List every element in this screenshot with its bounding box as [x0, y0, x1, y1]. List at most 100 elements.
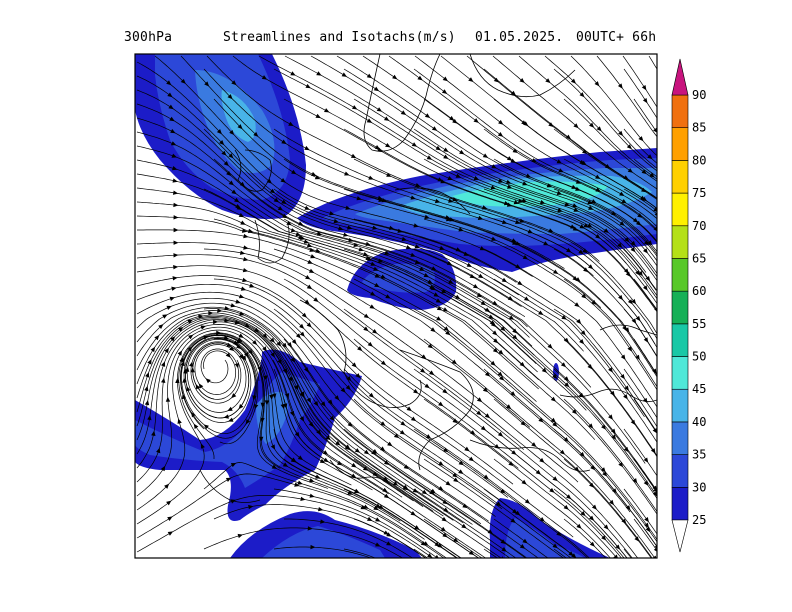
streamline-arrowhead	[208, 310, 214, 316]
streamline-arrowhead	[624, 385, 629, 391]
streamline-arrowhead	[144, 385, 149, 392]
colorbar-tick-label: 30	[692, 480, 706, 494]
colorbar-extend-min	[671, 519, 689, 553]
streamline-arrowhead	[410, 416, 417, 422]
streamline-arrowhead	[497, 132, 504, 137]
streamline-arrowhead	[169, 296, 175, 301]
streamline-arrowhead	[643, 397, 648, 404]
streamline-arrowhead	[373, 86, 380, 92]
streamline-arrowhead	[369, 304, 375, 309]
streamline-arrowhead	[411, 142, 418, 147]
streamline-arrowhead	[417, 75, 423, 81]
streamline-arrowhead	[173, 202, 179, 208]
streamline-arrowhead	[653, 547, 657, 552]
streamline-arrowhead	[524, 499, 531, 504]
streamline-arrowhead	[372, 329, 378, 334]
streamline-arrowhead	[643, 285, 648, 291]
streamline-arrowhead	[643, 480, 649, 486]
streamline-arrowhead	[161, 377, 166, 383]
streamline-arrowhead	[248, 228, 254, 234]
streamline	[483, 308, 657, 492]
streamline-arrowhead	[351, 462, 357, 468]
streamline-arrowhead	[553, 269, 559, 274]
streamline-arrowhead	[420, 368, 426, 373]
streamline-arrowhead	[482, 387, 489, 393]
streamline-arrowhead	[400, 421, 406, 426]
colorbar-tick-label: 80	[692, 153, 706, 167]
streamline-arrowhead	[521, 479, 527, 485]
streamline-arrowhead	[213, 319, 219, 325]
streamline-arrowhead	[442, 76, 448, 82]
streamline-arrowhead	[305, 275, 311, 280]
streamline-arrowhead	[583, 267, 589, 273]
streamline-arrowhead	[230, 303, 236, 308]
streamline-arrowhead	[166, 305, 172, 310]
colorbar-segment	[671, 192, 689, 227]
streamline-arrowhead	[552, 476, 558, 482]
streamline-arrowhead	[262, 346, 267, 352]
streamline-arrowhead	[374, 145, 381, 150]
streamline-arrowhead	[242, 277, 248, 283]
streamline-arrowhead	[430, 327, 436, 333]
streamline-arrowhead	[494, 444, 500, 449]
streamline-arrowhead	[365, 241, 371, 246]
streamline-arrowhead	[318, 507, 324, 512]
streamline-arrowhead	[443, 154, 449, 159]
streamline-arrowhead	[424, 113, 431, 118]
streamline-arrowhead	[167, 516, 173, 521]
streamline-arrowhead	[641, 85, 647, 91]
colorbar-tick-label: 35	[692, 448, 706, 462]
streamline-arrowhead	[237, 533, 243, 539]
streamline-arrowhead	[476, 410, 482, 416]
streamline-arrowhead	[482, 153, 489, 158]
streamline-arrowhead	[363, 449, 370, 455]
streamline-arrowhead	[243, 233, 249, 239]
streamline-arrowhead	[343, 232, 349, 237]
streamline-arrowhead	[238, 294, 245, 299]
streamline-arrowhead	[227, 406, 233, 411]
streamline-arrowhead	[501, 277, 508, 283]
streamline-arrowhead	[539, 457, 545, 463]
streamline-arrowhead	[459, 149, 465, 155]
streamline-arrowhead	[173, 215, 179, 220]
streamline-arrowhead	[387, 441, 393, 447]
streamline-arrowhead	[392, 74, 398, 80]
streamline-arrowhead	[363, 313, 370, 319]
streamline-arrowhead	[608, 414, 613, 420]
streamline-arrowhead	[427, 343, 434, 349]
streamline-arrowhead	[161, 361, 166, 367]
colorbar-tick-label: 25	[692, 513, 706, 527]
streamline-arrowhead	[297, 480, 303, 485]
colorbar-tick-label: 70	[692, 219, 706, 233]
streamline-arrowhead	[216, 330, 222, 335]
streamline-arrowhead	[173, 240, 179, 245]
streamline-arrowhead	[498, 119, 504, 125]
streamline-arrowhead	[309, 493, 315, 498]
streamline-arrowhead	[473, 284, 479, 289]
streamline-arrowhead	[617, 83, 623, 89]
streamline-arrowhead	[235, 299, 241, 304]
streamline-arrowhead	[473, 118, 479, 123]
streamline-arrowhead	[548, 122, 554, 127]
streamline-arrowhead	[399, 430, 406, 435]
streamline-arrowhead	[177, 418, 182, 424]
streamline-arrowhead	[468, 456, 474, 462]
colorbar-tick-label: 40	[692, 415, 706, 429]
streamline-arrowhead	[243, 245, 249, 250]
streamline-arrowhead	[574, 302, 580, 307]
streamline-arrowhead	[576, 318, 582, 325]
colorbar-extend-max	[671, 58, 689, 96]
colorbar-tick-label: 75	[692, 186, 706, 200]
streamline-arrowhead	[341, 72, 347, 77]
colorbar-tick-label: 50	[692, 350, 706, 364]
streamline-arrowhead	[406, 406, 412, 412]
streamline-arrowhead	[426, 155, 433, 160]
streamline-arrowhead	[193, 423, 199, 429]
streamline-arrowhead	[243, 257, 249, 262]
streamline-arrowhead	[366, 73, 373, 79]
streamline-arrowhead	[468, 77, 474, 82]
streamline-arrowhead	[497, 431, 504, 437]
streamline-arrowhead	[306, 284, 313, 290]
streamline-arrowhead	[519, 78, 525, 83]
streamline-arrowhead	[618, 462, 624, 468]
